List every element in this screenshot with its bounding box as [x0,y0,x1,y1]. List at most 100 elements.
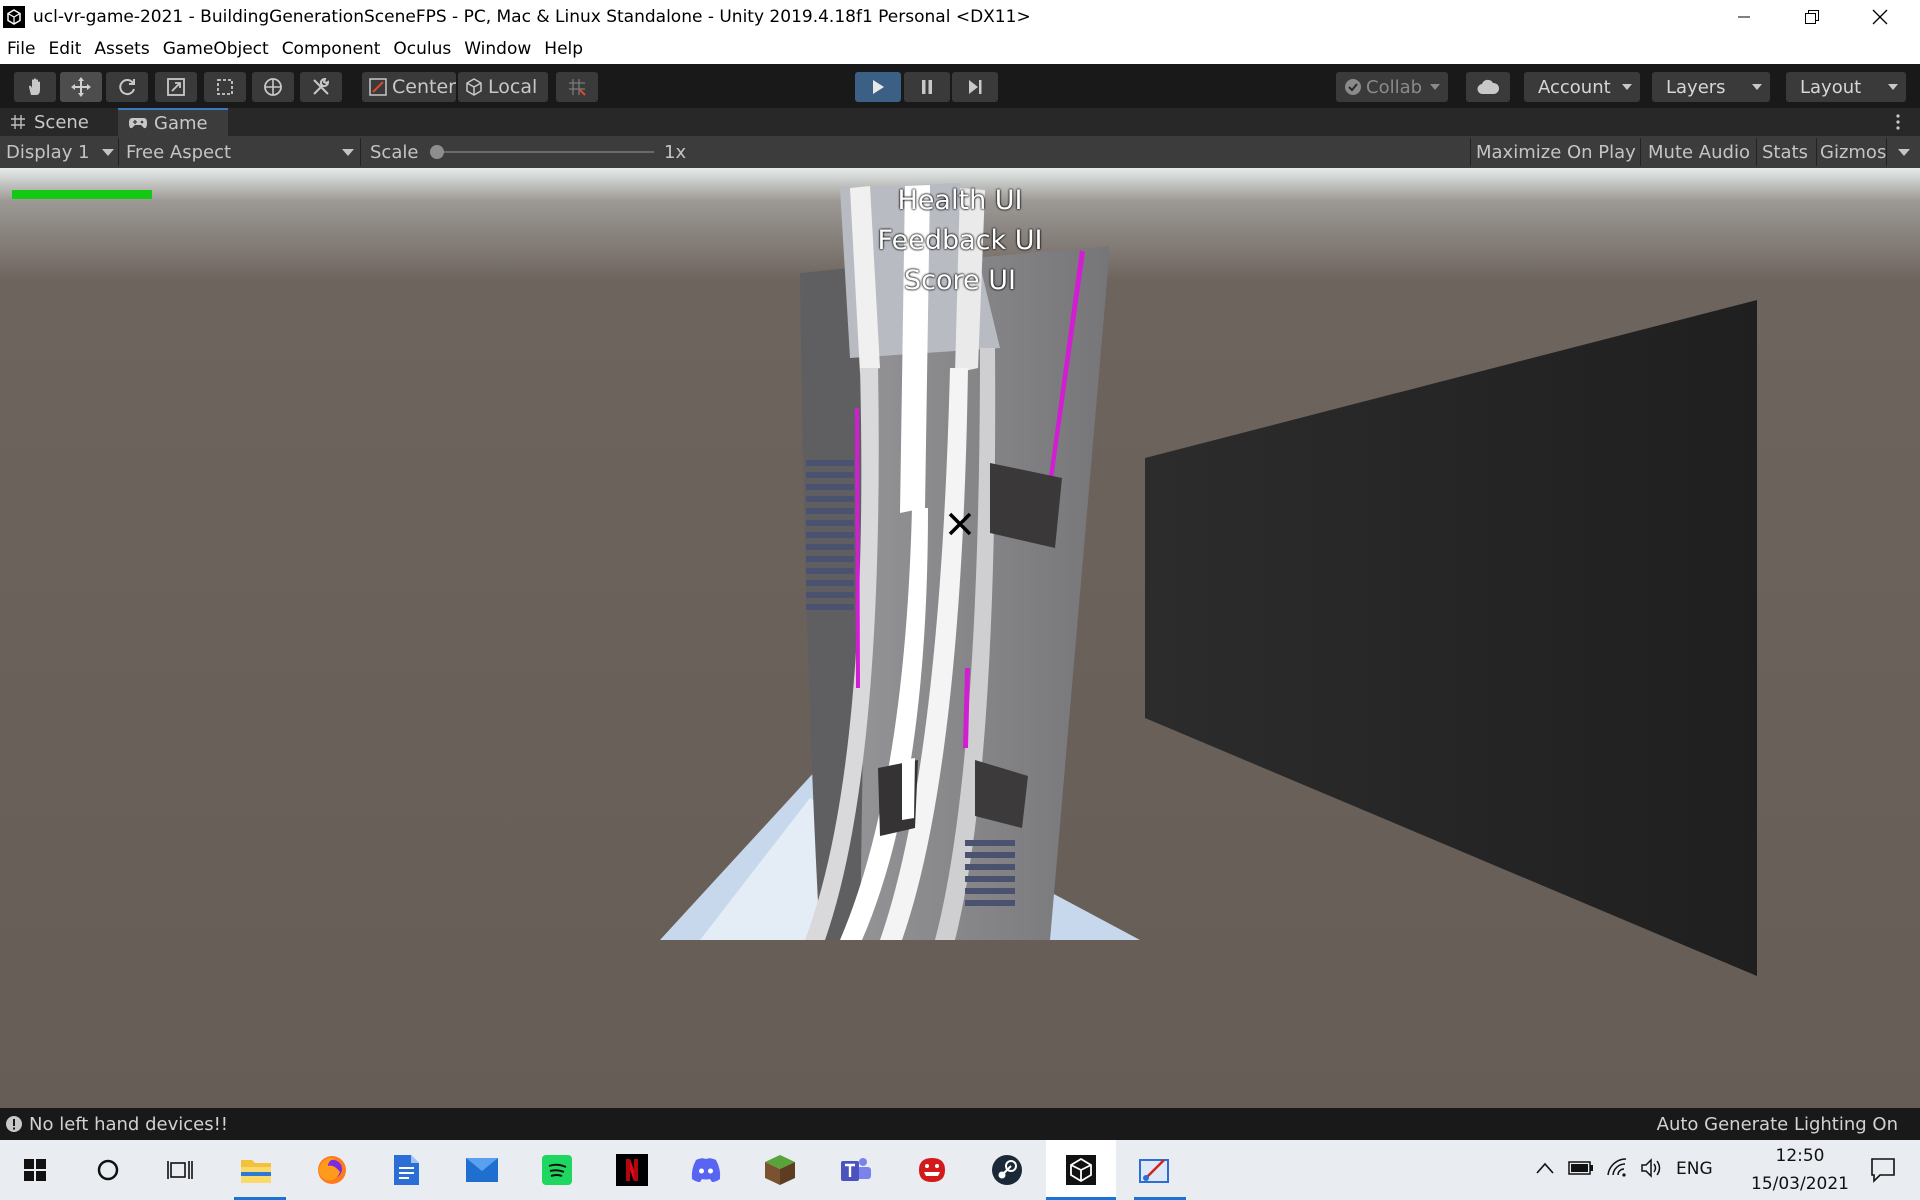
layers-dropdown[interactable]: Layers [1652,72,1770,102]
task-view-button[interactable] [160,1150,200,1190]
custom-tool-button[interactable] [300,72,342,102]
game-view-toolbar: Display 1 Free Aspect Scale 1x Maximize … [0,136,1920,168]
scale-tool-button[interactable] [155,72,197,102]
chevron-up-icon[interactable] [1536,1162,1554,1174]
search-circle-icon [97,1159,119,1181]
discord-button[interactable] [686,1150,726,1190]
mute-audio-toggle[interactable]: Mute Audio [1648,136,1750,168]
red-mascot-icon [919,1158,945,1182]
info-icon [6,1116,22,1132]
rect-tool-button[interactable] [204,72,246,102]
pause-button[interactable] [904,72,950,102]
pivot-rotation-label: Local [488,76,538,98]
start-button[interactable] [15,1150,55,1190]
account-dropdown[interactable]: Account [1524,72,1640,102]
scale-slider-track[interactable] [436,151,654,153]
netflix-button[interactable] [612,1150,652,1190]
pivot-mode-button[interactable]: Center [362,72,456,102]
steam-icon [992,1155,1022,1185]
display-dropdown[interactable]: Display 1 [6,136,114,168]
tab-scene[interactable]: Scene [0,108,116,136]
spotify-button[interactable] [537,1150,577,1190]
move-tool-button[interactable] [60,72,102,102]
move-icon [71,77,91,97]
clock-time[interactable]: 12:50 [1760,1146,1840,1166]
document-icon [394,1155,419,1185]
menu-component[interactable]: Component [276,39,387,59]
firefox-icon [318,1156,346,1184]
separator [1640,138,1641,166]
pivot-rotation-button[interactable]: Local [458,72,548,102]
gizmos-dropdown-icon[interactable] [1898,149,1910,156]
battery-icon[interactable] [1568,1160,1594,1176]
game-viewport[interactable]: Health UI Feedback UI Score UI [0,168,1920,1108]
step-button[interactable] [952,72,998,102]
layout-dropdown[interactable]: Layout [1786,72,1906,102]
close-button[interactable] [1846,0,1914,34]
scale-slider-handle[interactable] [430,145,444,159]
menu-window[interactable]: Window [458,39,537,59]
menu-assets[interactable]: Assets [88,39,155,59]
tab-options-menu[interactable] [1888,112,1908,132]
grid-snap-button[interactable] [556,72,598,102]
transform-tool-button[interactable] [252,72,294,102]
menu-gameobject[interactable]: GameObject [157,39,275,59]
task-view-icon [167,1161,193,1179]
tab-game[interactable]: Game [118,108,228,136]
rotate-tool-button[interactable] [106,72,148,102]
windows-taskbar: ENG 12:50 15/03/2021 [0,1140,1920,1200]
window-title: ucl-vr-game-2021 - BuildingGenerationSce… [33,7,1031,27]
menu-file[interactable]: File [1,39,41,59]
restore-button[interactable] [1778,0,1846,34]
stats-toggle[interactable]: Stats [1762,136,1808,168]
cortana-button[interactable] [88,1150,128,1190]
mail-icon [466,1158,498,1182]
clock-date[interactable]: 15/03/2021 [1736,1174,1864,1194]
teams-button[interactable] [836,1150,876,1190]
input-language[interactable]: ENG [1676,1159,1713,1179]
discord-icon [691,1158,721,1182]
separator [118,138,119,166]
aspect-dropdown[interactable]: Free Aspect [126,136,354,168]
hand-tool-button[interactable] [14,72,56,102]
transform-icon [264,78,282,96]
play-icon [873,80,884,94]
firefox-button[interactable] [312,1150,352,1190]
display-label: Display 1 [6,141,90,163]
minecraft-button[interactable] [760,1150,800,1190]
steam-button[interactable] [987,1150,1027,1190]
mail-button[interactable] [462,1150,502,1190]
play-button[interactable] [855,72,901,102]
wifi-icon[interactable] [1606,1158,1630,1178]
cloud-services-button[interactable] [1466,72,1510,102]
file-explorer-button[interactable] [236,1150,276,1190]
system-tray: ENG 12:50 15/03/2021 [1530,1140,1920,1200]
layout-label: Layout [1800,76,1862,98]
action-center-icon[interactable] [1870,1157,1896,1183]
game-render [0,168,1920,1108]
collab-dropdown[interactable]: Collab [1336,72,1448,102]
minecraft-block-icon [765,1155,795,1185]
separator [360,138,361,166]
minimize-button[interactable] [1710,0,1778,34]
gizmos-toggle[interactable]: Gizmos [1820,136,1886,168]
chevron-down-icon [342,149,354,156]
game-launcher-button[interactable] [912,1150,952,1190]
speaker-icon[interactable] [1640,1158,1664,1178]
menu-help[interactable]: Help [538,39,589,59]
grid-snap-icon [569,79,586,96]
scene-grid-icon [11,115,25,129]
windows-logo-icon [24,1159,46,1181]
collab-label: Collab [1366,76,1423,98]
aspect-label: Free Aspect [126,141,232,163]
menu-edit[interactable]: Edit [42,39,87,59]
separator [1470,138,1471,166]
menu-oculus[interactable]: Oculus [387,39,457,59]
unity-taskbar-button[interactable] [1046,1140,1116,1200]
view-tab-bar: Scene Game [0,108,1920,136]
chevron-down-icon [1888,84,1898,90]
snipping-tool-button[interactable] [1134,1150,1174,1190]
status-message[interactable]: No left hand devices!! [29,1114,228,1135]
word-button[interactable] [386,1150,426,1190]
maximize-on-play-toggle[interactable]: Maximize On Play [1476,136,1636,168]
